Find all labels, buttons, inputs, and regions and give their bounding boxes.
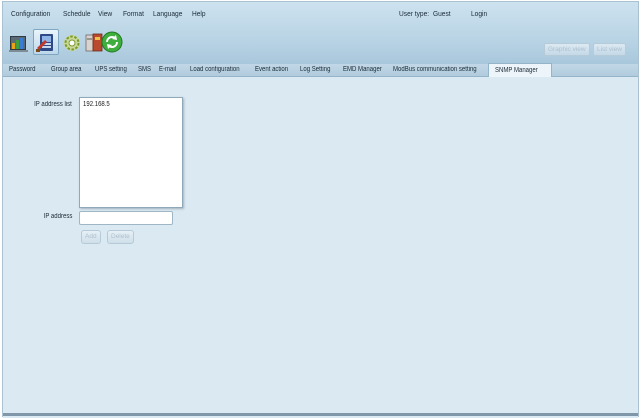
refresh-icon[interactable] [99, 29, 125, 55]
tab-snmp-manager-label: SNMP Manager [495, 67, 538, 74]
tab-email[interactable]: E-mail [159, 66, 176, 73]
menu-bar: Configuration Schedule View Format Langu… [3, 2, 638, 24]
app-window: Configuration Schedule View Format Langu… [2, 1, 639, 418]
tab-bar: Password Group area UPS setting SMS E-ma… [3, 63, 638, 77]
list-view-button[interactable]: List view [593, 43, 626, 56]
ip-address-list-label: IP address list [34, 101, 72, 108]
menu-language[interactable]: Language [153, 9, 182, 18]
menu-view[interactable]: View [98, 9, 112, 18]
ip-list-item[interactable]: 192.168.5 [83, 101, 110, 108]
tab-sms[interactable]: SMS [138, 66, 151, 73]
monitor-chart-icon[interactable] [7, 29, 33, 55]
tab-load-configuration[interactable]: Load configuration [190, 66, 240, 73]
configuration-icon[interactable] [33, 29, 59, 55]
menu-format[interactable]: Format [123, 9, 144, 18]
ip-address-input[interactable] [79, 211, 173, 225]
menu-schedule[interactable]: Schedule [63, 9, 91, 18]
add-button[interactable]: Add [81, 230, 101, 244]
graphic-view-button[interactable]: Graphic view [544, 43, 590, 56]
ip-address-list[interactable]: 192.168.5 [79, 97, 183, 208]
snmp-manager-panel: IP address list 192.168.5 IP address Add… [3, 78, 638, 418]
tab-password[interactable]: Password [9, 66, 35, 73]
bottom-border [3, 413, 638, 416]
tab-modbus-communication-setting[interactable]: ModBus communication setting [393, 66, 477, 73]
menu-configuration[interactable]: Configuration [11, 9, 50, 18]
menu-help[interactable]: Help [192, 9, 206, 18]
ip-address-label: IP address [43, 213, 72, 220]
tab-snmp-manager[interactable]: SNMP Manager [488, 63, 552, 77]
delete-button[interactable]: Delete [107, 230, 134, 244]
tab-group-area[interactable]: Group area [51, 66, 81, 73]
tab-ups-setting[interactable]: UPS setting [95, 66, 127, 73]
user-type-label: User type: [399, 9, 430, 18]
user-type-value: Guest [433, 9, 451, 18]
toolbar: Graphic view List view [3, 26, 638, 64]
tab-event-action[interactable]: Event action [255, 66, 288, 73]
header: Configuration Schedule View Format Langu… [3, 2, 638, 64]
login-link[interactable]: Login [471, 9, 487, 18]
tab-emd-manager[interactable]: EMD Manager [343, 66, 382, 73]
tab-log-setting[interactable]: Log Setting [300, 66, 330, 73]
